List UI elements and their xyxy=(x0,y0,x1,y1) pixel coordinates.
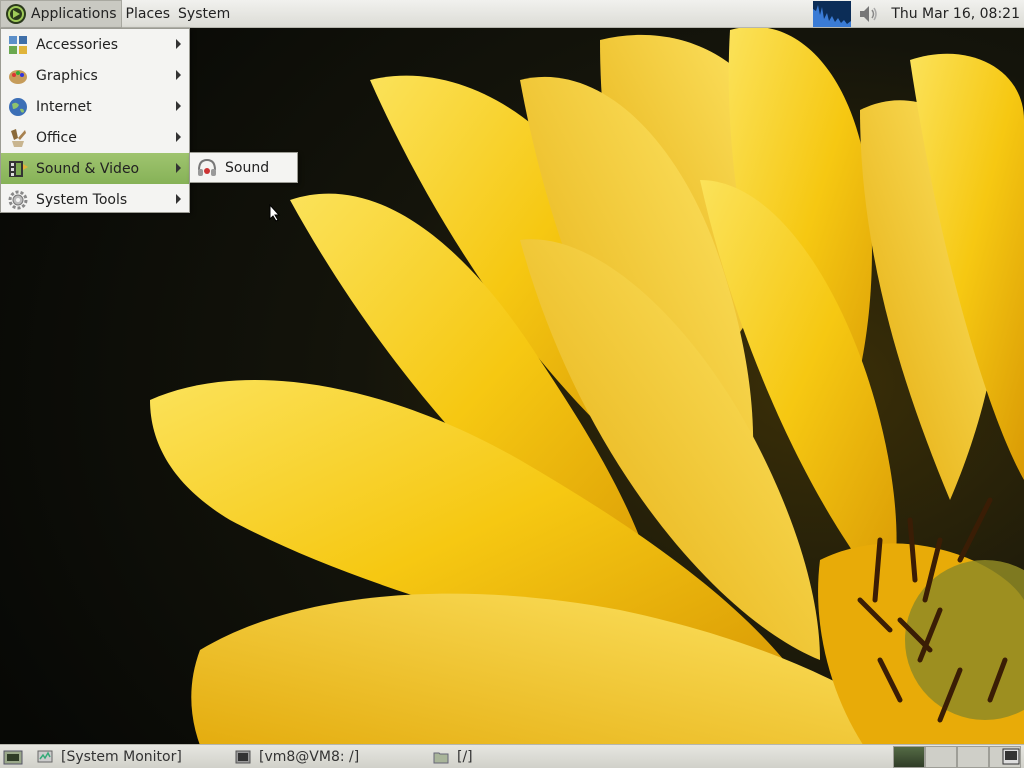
mouse-cursor-icon xyxy=(269,204,281,222)
applications-menu-label: Applications xyxy=(31,5,117,22)
office-icon xyxy=(11,128,26,147)
submenu-arrow-icon xyxy=(176,101,181,111)
accessories-icon xyxy=(9,35,27,54)
menu-item-label: Sound xyxy=(225,159,270,176)
taskbar-item-label: [vm8@VM8: /] xyxy=(259,748,360,765)
clock[interactable]: Thu Mar 16, 08:21 xyxy=(891,6,1020,22)
submenu-arrow-icon xyxy=(176,70,181,80)
system-monitor-icon xyxy=(37,750,53,762)
show-desktop-icon[interactable] xyxy=(1002,748,1020,765)
menu-item-label: Accessories xyxy=(36,36,119,53)
workspace-1[interactable] xyxy=(893,746,925,768)
terminal-icon xyxy=(235,750,251,763)
volume-icon[interactable] xyxy=(857,3,879,25)
system-monitor-graph-icon[interactable] xyxy=(813,1,852,27)
menu-item-graphics[interactable]: Graphics xyxy=(1,60,189,91)
graphics-icon xyxy=(9,69,27,84)
internet-globe-icon xyxy=(9,97,27,116)
distro-logo-icon xyxy=(6,3,26,24)
sound-video-submenu: Sound xyxy=(189,152,298,183)
menu-item-label: Office xyxy=(36,129,77,146)
applications-menu: Accessories Graphics Internet Office Sou… xyxy=(0,28,190,213)
places-menu-button[interactable]: Places xyxy=(122,0,175,28)
workspace-2[interactable] xyxy=(925,746,957,768)
taskbar-item-system-monitor[interactable]: [System Monitor] xyxy=(37,746,235,768)
bottom-panel: [System Monitor] [vm8@VM8: /] [/] xyxy=(0,744,1024,768)
top-panel: Applications Places System Thu Mar 16, 0… xyxy=(0,0,1024,28)
taskbar-item-label: [System Monitor] xyxy=(61,748,182,765)
menu-item-label: System Tools xyxy=(36,191,128,208)
system-tools-gear-icon xyxy=(8,190,28,209)
taskbar-item-label: [/] xyxy=(457,748,473,765)
menu-item-label: Internet xyxy=(36,98,92,115)
menu-item-label: Graphics xyxy=(36,67,98,84)
submenu-arrow-icon xyxy=(176,194,181,204)
menu-item-internet[interactable]: Internet xyxy=(1,91,189,122)
sound-headphones-icon xyxy=(198,158,216,176)
sound-video-icon xyxy=(9,160,28,177)
menu-item-system-tools[interactable]: System Tools xyxy=(1,184,189,215)
workspace-3[interactable] xyxy=(957,746,989,768)
submenu-arrow-icon xyxy=(176,39,181,49)
taskbar-item-file-manager[interactable]: [/] xyxy=(433,746,631,768)
menu-item-accessories[interactable]: Accessories xyxy=(1,29,189,60)
submenu-arrow-icon xyxy=(176,132,181,142)
taskbar-item-terminal[interactable]: [vm8@VM8: /] xyxy=(235,746,433,768)
places-menu-label: Places xyxy=(125,5,171,22)
show-launcher-icon[interactable] xyxy=(3,748,23,766)
submenu-arrow-icon xyxy=(176,163,181,173)
menu-item-office[interactable]: Office xyxy=(1,122,189,153)
applications-menu-button[interactable]: Applications xyxy=(0,0,122,28)
system-menu-button[interactable]: System xyxy=(174,0,234,28)
system-menu-label: System xyxy=(178,5,231,22)
menu-item-sound-video[interactable]: Sound & Video xyxy=(1,153,189,184)
menu-item-label: Sound & Video xyxy=(36,160,140,177)
menu-item-sound[interactable]: Sound xyxy=(196,157,269,179)
folder-icon xyxy=(433,752,449,763)
